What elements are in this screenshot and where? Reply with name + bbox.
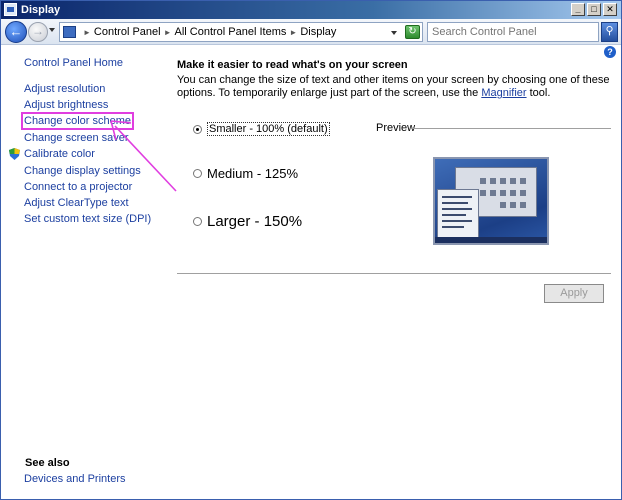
radio-medium[interactable] (193, 169, 202, 178)
back-button[interactable]: ← (5, 21, 27, 43)
display-app-icon (4, 3, 17, 16)
address-dropdown-icon[interactable] (391, 31, 397, 35)
address-bar[interactable]: ► Control Panel ► All Control Panel Items ► D… (59, 22, 423, 42)
breadcrumb-control-panel[interactable]: Control Panel (94, 26, 161, 38)
annotation-arrow-icon (110, 120, 177, 192)
preview-window-front (437, 189, 479, 241)
chevron-right-icon[interactable]: ► (289, 28, 297, 37)
option-medium[interactable]: Medium - 125% (193, 166, 298, 181)
sidebar-link-custom-text-size[interactable]: Set custom text size (DPI) (24, 213, 151, 225)
refresh-button[interactable]: ↻ (405, 25, 420, 39)
description-text-end: tool. (526, 87, 551, 99)
see-also-heading: See also (25, 457, 70, 469)
page-heading: Make it easier to read what's on your sc… (177, 59, 408, 71)
control-panel-icon (63, 26, 76, 38)
forward-button[interactable]: → (28, 22, 48, 42)
recent-pages-dropdown-icon[interactable] (49, 28, 55, 32)
apply-button[interactable]: Apply (544, 284, 604, 303)
display-window: Display _ □ ✕ ← → ► Control Panel ► All Con… (0, 0, 622, 500)
breadcrumb-display[interactable]: Display (300, 26, 336, 38)
help-icon[interactable]: ? (604, 46, 616, 58)
sidebar-link-devices-and-printers[interactable]: Devices and Printers (24, 473, 126, 485)
close-button[interactable]: ✕ (603, 3, 617, 16)
content-divider (177, 273, 611, 274)
preview-divider (411, 128, 611, 129)
window-title: Display (21, 4, 61, 16)
page-description: You can change the size of text and othe… (177, 74, 613, 100)
maximize-button[interactable]: □ (587, 3, 601, 16)
option-smaller[interactable]: Smaller - 100% (default) (193, 122, 330, 137)
shield-icon (9, 148, 20, 160)
preview-label: Preview (376, 122, 416, 134)
radio-smaller[interactable] (193, 124, 202, 134)
option-medium-label[interactable]: Medium - 125% (207, 166, 298, 181)
option-larger-label[interactable]: Larger - 150% (207, 213, 302, 230)
breadcrumb: ► Control Panel ► All Control Panel Items ► D… (80, 26, 336, 38)
sidebar-link-control-panel-home[interactable]: Control Panel Home (24, 57, 123, 69)
chevron-right-icon[interactable]: ► (83, 28, 91, 37)
breadcrumb-all-items[interactable]: All Control Panel Items (175, 26, 287, 38)
search-input[interactable] (427, 22, 599, 42)
radio-larger[interactable] (193, 217, 202, 226)
magnifier-link[interactable]: Magnifier (481, 87, 526, 99)
sidebar-link-adjust-resolution[interactable]: Adjust resolution (24, 83, 105, 95)
navigation-bar: ← → ► Control Panel ► All Control Panel Ite… (1, 19, 621, 45)
minimize-button[interactable]: _ (571, 3, 585, 16)
sidebar-link-adjust-brightness[interactable]: Adjust brightness (24, 99, 108, 111)
chevron-right-icon[interactable]: ► (164, 28, 172, 37)
title-bar[interactable]: Display _ □ ✕ (1, 1, 621, 19)
preview-taskbar (435, 237, 547, 243)
preview-image (433, 157, 549, 245)
search-icon[interactable]: ⚲ (601, 22, 618, 42)
option-smaller-label[interactable]: Smaller - 100% (default) (207, 122, 330, 137)
sidebar-link-calibrate-color[interactable]: Calibrate color (24, 148, 95, 160)
option-larger[interactable]: Larger - 150% (193, 213, 302, 230)
